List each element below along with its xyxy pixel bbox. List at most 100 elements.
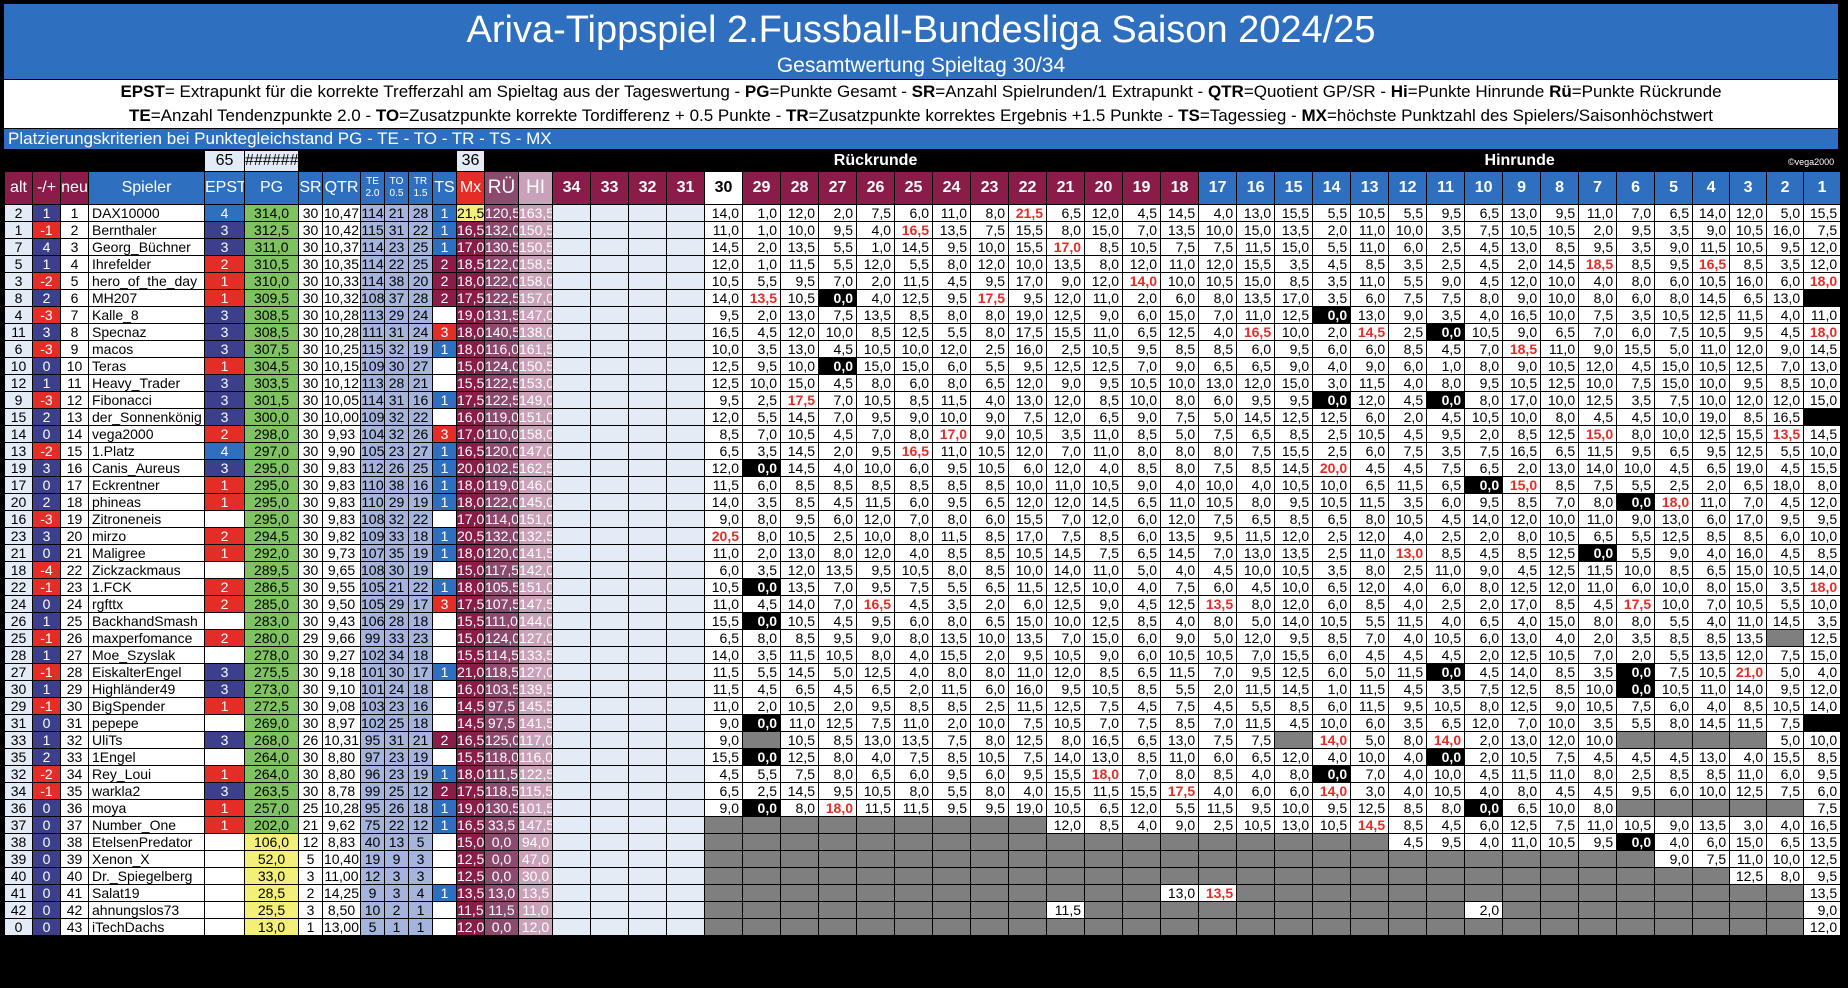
- day-score: [1084, 884, 1123, 902]
- tr-value: 5: [408, 833, 433, 851]
- hi-value: 127,0: [518, 663, 553, 681]
- day-score: 10,5: [970, 748, 1009, 766]
- day-score: [704, 833, 743, 851]
- col-ru: RÜ: [484, 171, 519, 205]
- to-value: 22: [384, 255, 409, 273]
- day-score: 10,0: [1540, 272, 1580, 290]
- day-score: 9,5: [856, 442, 895, 460]
- day-score: [590, 612, 629, 630]
- day-score: [1008, 901, 1047, 919]
- day-score: 3,0: [1312, 374, 1352, 392]
- epst-value: 2: [204, 255, 245, 273]
- ts-value: 1: [432, 340, 457, 358]
- alt-rank: 9: [4, 391, 33, 409]
- hi-value: 147,5: [518, 595, 553, 613]
- day-score: 7,5: [1122, 714, 1161, 732]
- day-score: [1008, 833, 1047, 851]
- day-score: 16,0: [1008, 340, 1047, 358]
- day-score: [552, 442, 591, 460]
- day-score: 5,5: [1616, 544, 1656, 562]
- blank-cell: [408, 150, 433, 172]
- ru-value: 124,0: [484, 629, 519, 647]
- day-score: [1540, 901, 1580, 919]
- day-score: 0,0: [742, 799, 781, 817]
- day-score: [742, 833, 781, 851]
- day-score: 10,0: [1008, 561, 1047, 579]
- sr-value: 30: [298, 323, 323, 341]
- ru-value: 116,0: [484, 340, 519, 358]
- new-rank: 5: [60, 272, 89, 290]
- qtr-value: 10,42: [322, 221, 361, 239]
- col-day-24: 24: [932, 171, 971, 205]
- alt-rank: 19: [4, 459, 33, 477]
- day-score: 14,0: [1122, 272, 1161, 290]
- day-score: 9,5: [1616, 782, 1656, 800]
- day-score: 2,5: [1426, 255, 1466, 273]
- day-score: [666, 731, 705, 749]
- day-score: 10,0: [704, 340, 743, 358]
- day-score: [666, 867, 705, 885]
- col-day-12: 12: [1388, 171, 1428, 205]
- day-score: 8,0: [1464, 697, 1504, 715]
- day-score: 10,0: [1122, 391, 1161, 409]
- qtr-value: 9,93: [322, 425, 361, 443]
- day-score: 11,5: [1008, 578, 1047, 596]
- hi-value: 47,0: [518, 850, 553, 868]
- day-score: [970, 850, 1009, 868]
- player-name: DAX10000: [88, 204, 205, 222]
- day-score: 12,0: [1464, 714, 1504, 732]
- day-score: 11,0: [932, 204, 971, 222]
- hi-value: 145,5: [518, 697, 553, 715]
- day-score: 8,0: [818, 765, 857, 783]
- day-score: 6,0: [1312, 595, 1352, 613]
- day-score: 6,0: [1274, 782, 1314, 800]
- rank-change: -2: [32, 442, 61, 460]
- hi-value: 150,5: [518, 357, 553, 375]
- day-score: 7,5: [1578, 476, 1618, 494]
- day-score: 8,0: [932, 255, 971, 273]
- to-value: 31: [384, 323, 409, 341]
- day-score: 5,5: [742, 663, 781, 681]
- day-score: 11,0: [1159, 748, 1200, 766]
- day-score: [1578, 850, 1618, 868]
- day-score: [1692, 918, 1731, 936]
- to-value: 29: [384, 595, 409, 613]
- tr-value: 28: [408, 289, 433, 307]
- day-score: 7,5: [856, 204, 895, 222]
- day-score: 12,0: [1046, 289, 1085, 307]
- sr-value: 30: [298, 204, 323, 222]
- day-score: [1122, 867, 1161, 885]
- day-score: [590, 595, 629, 613]
- day-score: [666, 544, 705, 562]
- day-score: [1692, 799, 1731, 817]
- mx-value: 17,5: [456, 289, 485, 307]
- day-score: 6,0: [1312, 646, 1352, 664]
- day-score: 11,5: [1159, 663, 1200, 681]
- day-score: 14,5: [1159, 544, 1200, 562]
- day-score: 15,0: [1578, 425, 1618, 443]
- te-value: 114: [360, 204, 385, 222]
- ru-value: 120,0: [484, 544, 519, 562]
- col-day-32: 32: [628, 171, 667, 205]
- ts-value: [432, 748, 457, 766]
- day-score: 10,0: [1803, 527, 1842, 545]
- sr-value: 30: [298, 374, 323, 392]
- col-day-19: 19: [1122, 171, 1161, 205]
- day-score: 6,0: [970, 680, 1009, 698]
- day-score: 2,0: [1464, 527, 1504, 545]
- day-score: [666, 323, 705, 341]
- blank-cell: [32, 150, 61, 172]
- day-score: 2,0: [1464, 731, 1504, 749]
- day-score: 0,0: [1312, 765, 1352, 783]
- day-score: [590, 442, 629, 460]
- day-score: 3,5: [742, 442, 781, 460]
- day-score: 7,0: [1046, 510, 1085, 528]
- sr-value: 30: [298, 357, 323, 375]
- day-score: 15,5: [1008, 238, 1047, 256]
- tr-value: 1: [408, 901, 433, 919]
- day-score: 2,0: [818, 442, 857, 460]
- day-score: 2,0: [1312, 323, 1352, 341]
- day-score: 8,0: [818, 544, 857, 562]
- day-score: 7,5: [1426, 459, 1466, 477]
- day-score: 13,0: [1236, 544, 1276, 562]
